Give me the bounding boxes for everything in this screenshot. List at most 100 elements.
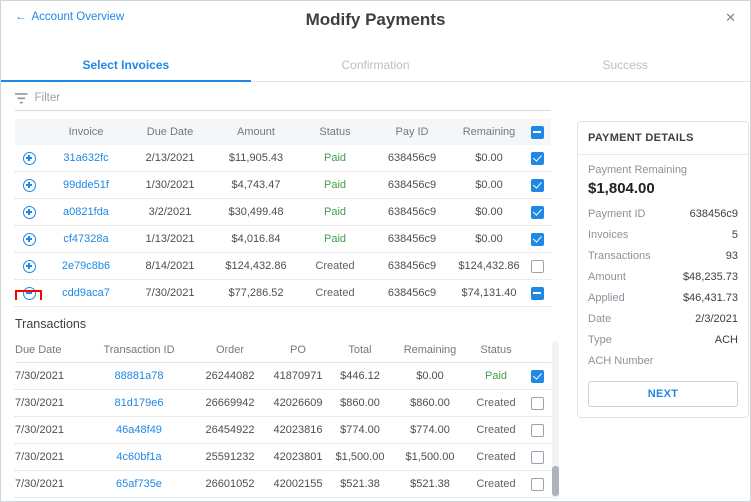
status-cell: Created bbox=[315, 287, 355, 299]
total-cell: $774.00 bbox=[340, 424, 380, 436]
scrollbar-thumb[interactable] bbox=[552, 466, 559, 496]
payment-remaining-block: Payment Remaining $1,804.00 bbox=[578, 155, 748, 203]
remaining-cell: $774.00 bbox=[410, 424, 450, 436]
po-cell: 42023801 bbox=[273, 451, 323, 463]
payment-remaining-value: $1,804.00 bbox=[588, 180, 655, 197]
column-header-transaction-id: Transaction ID bbox=[103, 343, 175, 356]
filter-input[interactable] bbox=[34, 92, 551, 104]
detail-value: 638456c9 bbox=[689, 207, 738, 220]
detail-label: Payment ID bbox=[588, 207, 646, 220]
transaction-link[interactable]: 46a48f49 bbox=[116, 424, 162, 436]
column-header-total: Total bbox=[348, 343, 372, 356]
payment-details-panel: PAYMENT DETAILS Payment Remaining $1,804… bbox=[577, 121, 749, 418]
transaction-row: 7/30/2021 4c60bf1a 25591232 42023801 $1,… bbox=[15, 444, 551, 471]
detail-value: 5 bbox=[731, 228, 738, 241]
due-date-cell: 7/30/2021 bbox=[15, 478, 64, 490]
detail-row: Date 2/3/2021 bbox=[578, 308, 748, 329]
expand-row-icon[interactable] bbox=[22, 178, 36, 192]
expand-row-icon[interactable] bbox=[22, 151, 36, 165]
status-cell: Created bbox=[476, 424, 516, 436]
transaction-link[interactable]: 65af735e bbox=[116, 478, 162, 490]
invoice-table: Invoice Due Date Amount Status Pay ID Re… bbox=[15, 119, 563, 307]
detail-value: 93 bbox=[725, 249, 738, 262]
status-cell: Created bbox=[476, 478, 516, 490]
pay-id-cell: 638456c9 bbox=[387, 260, 437, 272]
column-header-remaining: Remaining bbox=[462, 126, 516, 138]
row-checkbox[interactable] bbox=[530, 151, 544, 165]
expand-row-icon[interactable] bbox=[22, 232, 36, 246]
status-cell: Created bbox=[476, 397, 516, 409]
detail-row: Transactions 93 bbox=[578, 245, 748, 266]
invoice-link[interactable]: a0821fda bbox=[63, 206, 109, 218]
remaining-cell: $0.00 bbox=[475, 179, 503, 191]
detail-value: $46,431.73 bbox=[682, 291, 738, 304]
row-checkbox[interactable] bbox=[530, 423, 544, 437]
tab-confirmation[interactable]: Confirmation bbox=[251, 49, 501, 81]
column-header-invoice: Invoice bbox=[68, 126, 104, 138]
detail-row: Invoices 5 bbox=[578, 224, 748, 245]
due-date-cell: 7/30/2021 bbox=[15, 370, 64, 382]
status-cell: Created bbox=[476, 451, 516, 463]
row-checkbox[interactable] bbox=[530, 178, 544, 192]
invoice-row: 99dde51f 1/30/2021 $4,743.47 Paid 638456… bbox=[15, 172, 551, 199]
detail-row: Applied $46,431.73 bbox=[578, 287, 748, 308]
tab-select-invoices[interactable]: Select Invoices bbox=[1, 49, 251, 82]
scrollbar[interactable] bbox=[552, 341, 559, 499]
status-cell: Paid bbox=[323, 233, 347, 245]
main-content: Invoice Due Date Amount Status Pay ID Re… bbox=[1, 82, 750, 498]
po-cell: 41870971 bbox=[273, 370, 323, 382]
invoice-link[interactable]: cf47328a bbox=[63, 233, 108, 245]
detail-row: Payment ID 638456c9 bbox=[578, 203, 748, 224]
row-checkbox[interactable] bbox=[530, 477, 544, 491]
amount-cell: $4,743.47 bbox=[231, 179, 281, 191]
invoice-link[interactable]: 99dde51f bbox=[63, 179, 109, 191]
po-cell: 42023816 bbox=[273, 424, 323, 436]
remaining-cell: $860.00 bbox=[410, 397, 450, 409]
invoice-section: Invoice Due Date Amount Status Pay ID Re… bbox=[15, 82, 563, 498]
column-header-order: Order bbox=[215, 343, 245, 356]
column-header-status: Status bbox=[319, 126, 351, 138]
back-link[interactable]: ← Account Overview bbox=[15, 11, 124, 23]
column-header-status: Status bbox=[480, 343, 512, 356]
amount-cell: $77,286.52 bbox=[228, 287, 284, 299]
invoice-link[interactable]: cdd9aca7 bbox=[62, 287, 110, 299]
row-checkbox[interactable] bbox=[530, 232, 544, 246]
row-checkbox[interactable] bbox=[530, 450, 544, 464]
pay-id-cell: 638456c9 bbox=[387, 206, 437, 218]
total-cell: $446.12 bbox=[340, 370, 380, 382]
row-checkbox[interactable] bbox=[530, 259, 544, 273]
invoice-link[interactable]: 2e79c8b6 bbox=[62, 260, 110, 272]
detail-value: 2/3/2021 bbox=[695, 312, 738, 325]
invoice-row: 2e79c8b6 8/14/2021 $124,432.86 Created 6… bbox=[15, 253, 551, 280]
invoice-row: a0821fda 3/2/2021 $30,499.48 Paid 638456… bbox=[15, 199, 551, 226]
payment-details-section: PAYMENT DETAILS Payment Remaining $1,804… bbox=[577, 121, 749, 498]
close-icon[interactable]: ✕ bbox=[725, 11, 736, 24]
row-checkbox[interactable] bbox=[530, 369, 544, 383]
collapse-row-icon[interactable] bbox=[22, 286, 36, 300]
invoice-table-header: Invoice Due Date Amount Status Pay ID Re… bbox=[15, 119, 551, 145]
transaction-row: 7/30/2021 46a48f49 26454922 42023816 $77… bbox=[15, 417, 551, 444]
transaction-link[interactable]: 4c60bf1a bbox=[116, 451, 161, 463]
remaining-cell: $0.00 bbox=[416, 370, 444, 382]
transaction-link[interactable]: 88881a78 bbox=[115, 370, 164, 382]
detail-value: $48,235.73 bbox=[682, 270, 738, 283]
next-button[interactable]: NEXT bbox=[588, 381, 738, 407]
row-checkbox[interactable] bbox=[530, 205, 544, 219]
row-checkbox[interactable] bbox=[530, 396, 544, 410]
row-checkbox[interactable] bbox=[530, 286, 544, 300]
invoice-link[interactable]: 31a632fc bbox=[63, 152, 108, 164]
order-cell: 26669942 bbox=[205, 397, 255, 409]
select-all-checkbox[interactable] bbox=[530, 125, 544, 139]
remaining-cell: $74,131.40 bbox=[461, 287, 517, 299]
transaction-link[interactable]: 81d179e6 bbox=[115, 397, 164, 409]
column-header-remaining: Remaining bbox=[403, 343, 457, 356]
remaining-cell: $1,500.00 bbox=[405, 451, 455, 463]
expand-row-icon[interactable] bbox=[22, 259, 36, 273]
tab-success[interactable]: Success bbox=[500, 49, 750, 81]
detail-value: ACH bbox=[714, 333, 738, 346]
invoice-row-expanded: cdd9aca7 7/30/2021 $77,286.52 Created 63… bbox=[15, 280, 551, 307]
pay-id-cell: 638456c9 bbox=[387, 152, 437, 164]
total-cell: $521.38 bbox=[340, 478, 380, 490]
expand-row-icon[interactable] bbox=[22, 205, 36, 219]
transaction-row: 7/30/2021 88881a78 26244082 41870971 $44… bbox=[15, 363, 551, 390]
